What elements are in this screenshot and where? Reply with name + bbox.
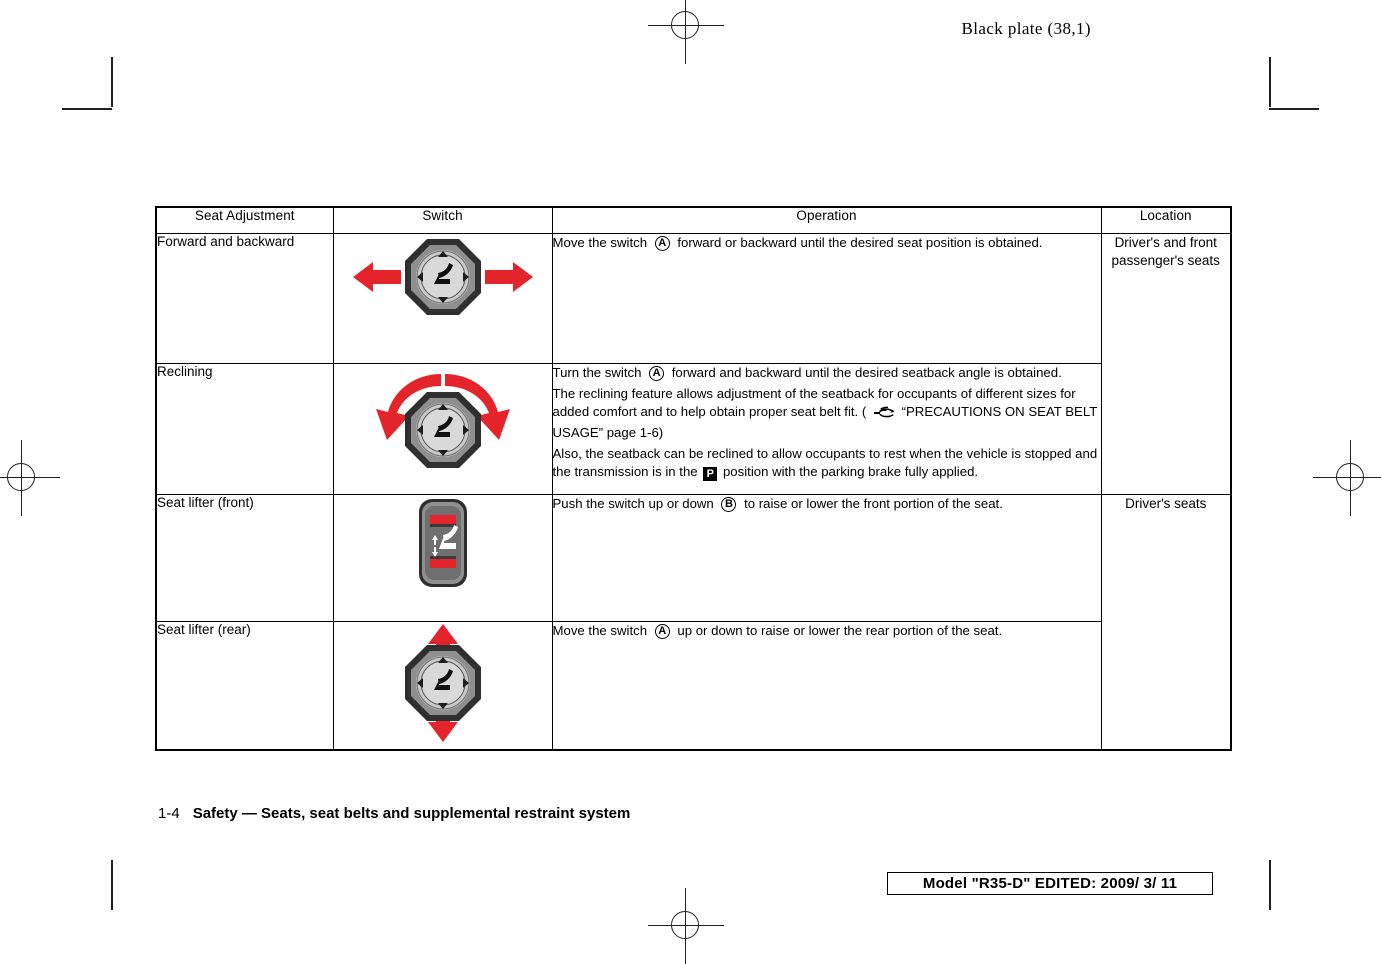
- switch-callout-a: A: [654, 236, 670, 251]
- rotary-seat-switch-curved-arrows-icon: [363, 364, 523, 476]
- rocker-seat-lifter-switch-icon: [408, 495, 478, 591]
- cell-switch-illustration: [332, 233, 553, 364]
- operation-text: Turn the switch A forward and backward u…: [552, 364, 1101, 482]
- header-operation: Operation: [551, 206, 1102, 234]
- operation-paragraph: Also, the seatback can be reclined to al…: [552, 446, 1098, 482]
- table-row: Forward and backward Move the switch A f…: [155, 233, 1232, 495]
- switch-callout-b: B: [721, 497, 737, 512]
- rotary-seat-switch-horizontal-arrows-icon: [343, 234, 543, 320]
- table-row: Seat lifter (rear) Move the switch A up …: [155, 621, 1231, 750]
- cell-switch-illustration: [332, 494, 553, 622]
- footer-page-number: 1-4: [158, 805, 180, 822]
- registration-vertical-line: [21, 440, 22, 516]
- registration-mark-top: [648, 0, 724, 64]
- operation-paragraph: The reclining feature allows adjustment …: [552, 386, 1098, 441]
- cell-seat-adjustment: Seat lifter (front): [155, 494, 334, 622]
- registration-vertical-line: [685, 0, 686, 64]
- park-position-icon: P: [703, 467, 718, 482]
- registration-vertical-line: [1350, 440, 1351, 516]
- crop-mark-bottom-right-vertical: [1269, 860, 1271, 910]
- cell-location: Driver's and front passenger's seats: [1100, 233, 1232, 495]
- crop-mark-top-left-vertical: [111, 57, 113, 107]
- crop-mark-bottom-left-vertical: [111, 860, 113, 910]
- header-seat-adjustment: Seat Adjustment: [155, 206, 334, 234]
- crop-mark-top-right-vertical: [1269, 57, 1271, 107]
- crop-mark-top-left-horizontal: [62, 108, 112, 110]
- registration-horizontal-line: [648, 25, 724, 26]
- operation-paragraph: Move the switch A up or down to raise or…: [552, 623, 1003, 639]
- registration-vertical-line: [685, 888, 686, 964]
- table-row: Seat lifter (front) Push the switch up o…: [155, 494, 1232, 750]
- footer-section-title: Safety — Seats, seat belts and supplemen…: [192, 805, 631, 822]
- crop-mark-top-right-horizontal: [1269, 108, 1319, 110]
- registration-mark-right: [1313, 440, 1381, 516]
- table-row: Reclining Turn the switch A forward and …: [155, 363, 1231, 495]
- switch-callout-a: A: [654, 624, 670, 639]
- seat-adjustment-table-container: Seat Adjustment Switch Operation Locatio…: [155, 206, 1232, 751]
- cell-switch-illustration: [332, 363, 553, 495]
- cell-seat-adjustment: Reclining: [155, 363, 334, 495]
- operation-paragraph: Move the switch A forward or backward un…: [552, 235, 1043, 251]
- registration-mark-bottom: [648, 888, 724, 964]
- operation-text: Move the switch A up or down to raise or…: [553, 622, 1101, 640]
- header-switch: Switch: [332, 206, 553, 234]
- operation-text: Push the switch up or down B to raise or…: [553, 495, 1101, 513]
- registration-horizontal-line: [0, 477, 60, 478]
- registration-mark-left: [0, 440, 60, 516]
- seat-adjustment-table: Seat Adjustment Switch Operation Locatio…: [155, 206, 1232, 751]
- cell-seat-adjustment: Forward and backward: [155, 233, 334, 364]
- cell-location: Driver's seats: [1100, 494, 1232, 750]
- model-edition-stamp: Model "R35-D" EDITED: 2009/ 3/ 11: [887, 872, 1213, 895]
- cell-operation: Move the switch A forward or backward un…: [551, 233, 1102, 364]
- cell-operation: Push the switch up or down B to raise or…: [551, 494, 1102, 622]
- table-header-row: Seat Adjustment Switch Operation Locatio…: [155, 206, 1232, 234]
- pointing-hand-reference-icon: [873, 406, 895, 424]
- registration-horizontal-line: [1313, 477, 1381, 478]
- black-plate-label: Black plate (38,1): [961, 19, 1091, 38]
- operation-paragraph: Push the switch up or down B to raise or…: [552, 496, 1003, 512]
- cell-switch-illustration: [332, 621, 553, 750]
- page-footer: 1-4 Safety — Seats, seat belts and supple…: [158, 805, 630, 822]
- rotary-seat-switch-vertical-arrows-icon: [395, 622, 491, 744]
- cell-operation: Move the switch A up or down to raise or…: [551, 621, 1102, 750]
- operation-text: Move the switch A forward or backward un…: [553, 234, 1101, 252]
- header-location: Location: [1100, 206, 1232, 234]
- registration-horizontal-line: [648, 925, 724, 926]
- operation-paragraph: Turn the switch A forward and backward u…: [552, 365, 1062, 381]
- switch-callout-a: A: [649, 366, 665, 381]
- cell-seat-adjustment: Seat lifter (rear): [155, 621, 334, 750]
- cell-operation: Turn the switch A forward and backward u…: [551, 363, 1102, 495]
